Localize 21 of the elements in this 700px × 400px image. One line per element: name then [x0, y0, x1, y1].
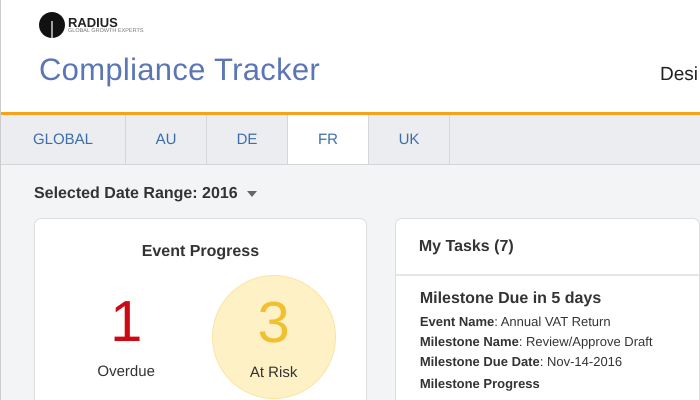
country-tab[interactable]: GLOBAL — [1, 115, 126, 164]
header-text: Desi — [660, 64, 698, 86]
task-heading: Milestone Due in 5 days — [420, 290, 602, 308]
task-detail: Event Name: Annual VAT Return — [420, 313, 612, 331]
date-range-label: Selected Date Range: 2016 — [34, 185, 238, 203]
stat-value: 1 — [110, 292, 142, 350]
progress-label: Milestone Progress — [420, 376, 541, 391]
logo-icon — [39, 12, 65, 38]
card-title: My Tasks (7) — [418, 238, 514, 256]
country-tab[interactable]: FR — [288, 115, 369, 164]
brand-name: RADIUS — [68, 16, 118, 29]
stat-value: 3 — [257, 294, 290, 352]
country-tab[interactable]: UK — [369, 115, 450, 164]
task-detail: Milestone Name: Review/Approve Draft — [420, 333, 654, 351]
caret-icon[interactable] — [246, 191, 257, 197]
task-detail: Milestone Due Date: Nov-14-2016 — [420, 353, 624, 371]
card-title: Event Progress — [140, 243, 260, 261]
stat-label: Overdue — [97, 362, 155, 380]
stat-label: At Risk — [250, 364, 298, 380]
app-title: Compliance Tracker — [39, 52, 320, 88]
country-tab[interactable]: AU — [126, 115, 207, 164]
